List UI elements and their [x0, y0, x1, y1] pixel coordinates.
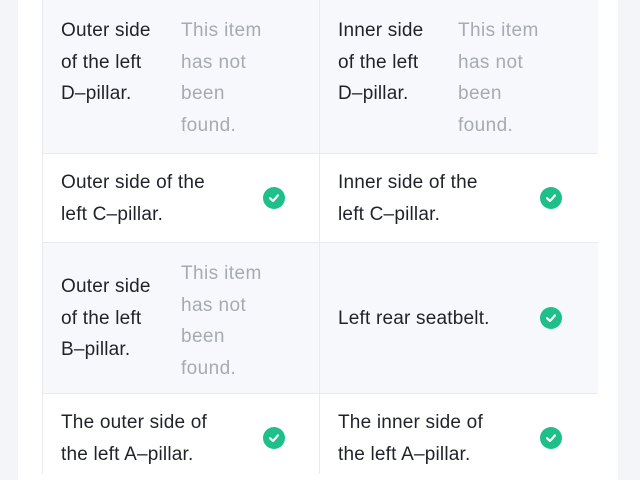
table-cell-outer-d-pillar: Outer side of the left D–pillar. This it…: [43, 0, 320, 154]
status-text-line: found.: [458, 114, 514, 136]
status-text-line: found.: [181, 114, 237, 136]
status-text-line: has not: [181, 51, 247, 73]
item-label-line: The inner side of: [338, 412, 483, 433]
item-label-line: the left A–pillar.: [338, 443, 471, 465]
item-label-line: left C–pillar.: [61, 203, 164, 225]
item-label: Inner side of the left C–pillar.: [338, 167, 478, 230]
table-cell-outer-a-pillar: The outer side of the left A–pillar.: [43, 394, 320, 474]
item-label-line: of the left: [61, 307, 142, 329]
item-label-line: of the left: [338, 51, 419, 73]
item-label: Inner side of the left D–pillar.: [338, 15, 423, 110]
item-label: Left rear seatbelt.: [338, 303, 490, 335]
inspection-items-table: Outer side of the left D–pillar. This it…: [42, 0, 598, 474]
item-label-line: Inner side: [338, 20, 424, 41]
check-circle-icon: [263, 427, 285, 449]
item-label: The inner side of the left A–pillar.: [338, 407, 483, 470]
not-found-status: This item has not been found.: [181, 258, 281, 384]
item-label-line: the left A–pillar.: [61, 443, 194, 465]
status-text-line: been: [181, 326, 225, 347]
item-label-line: left C–pillar.: [338, 203, 441, 225]
item-label-line: of the left: [61, 51, 142, 73]
item-label-line: Outer side: [61, 276, 151, 297]
status-text-line: has not: [181, 294, 247, 316]
status-text-line: been: [458, 83, 502, 104]
item-label-line: Outer side of the: [61, 172, 205, 193]
status-text-line: This item: [458, 20, 539, 41]
table-cell-inner-c-pillar: Inner side of the left C–pillar.: [320, 154, 598, 243]
table-cell-outer-c-pillar: Outer side of the left C–pillar.: [43, 154, 320, 243]
not-found-status: This item has not been found.: [181, 15, 281, 141]
left-page-margin: [0, 0, 18, 480]
status-text-line: found.: [181, 357, 237, 379]
status-text-line: has not: [458, 51, 524, 73]
check-circle-icon: [540, 427, 562, 449]
item-label: The outer side of the left A–pillar.: [61, 407, 207, 470]
item-label-line: Inner side of the: [338, 172, 478, 193]
item-label-line: B–pillar.: [61, 339, 131, 360]
right-page-margin: [618, 0, 640, 480]
check-circle-icon: [263, 187, 285, 209]
status-text-line: This item: [181, 263, 262, 284]
item-label-line: The outer side of: [61, 412, 207, 433]
item-label: Outer side of the left B–pillar.: [61, 271, 151, 366]
item-label-line: D–pillar.: [61, 83, 132, 104]
status-text-line: This item: [181, 20, 262, 41]
inspection-checklist-page: Outer side of the left D–pillar. This it…: [0, 0, 640, 480]
check-circle-icon: [540, 307, 562, 329]
status-text-line: been: [181, 83, 225, 104]
item-label: Outer side of the left D–pillar.: [61, 15, 151, 110]
not-found-status: This item has not been found.: [458, 15, 558, 141]
item-label-line: Left rear seatbelt.: [338, 308, 490, 329]
table-cell-left-rear-seatbelt: Left rear seatbelt.: [320, 243, 598, 394]
item-label: Outer side of the left C–pillar.: [61, 167, 205, 230]
check-circle-icon: [540, 187, 562, 209]
table-cell-outer-b-pillar: Outer side of the left B–pillar. This it…: [43, 243, 320, 394]
item-label-line: D–pillar.: [338, 83, 409, 104]
table-cell-inner-a-pillar: The inner side of the left A–pillar.: [320, 394, 598, 474]
table-cell-inner-d-pillar: Inner side of the left D–pillar. This it…: [320, 0, 598, 154]
item-label-line: Outer side: [61, 20, 151, 41]
